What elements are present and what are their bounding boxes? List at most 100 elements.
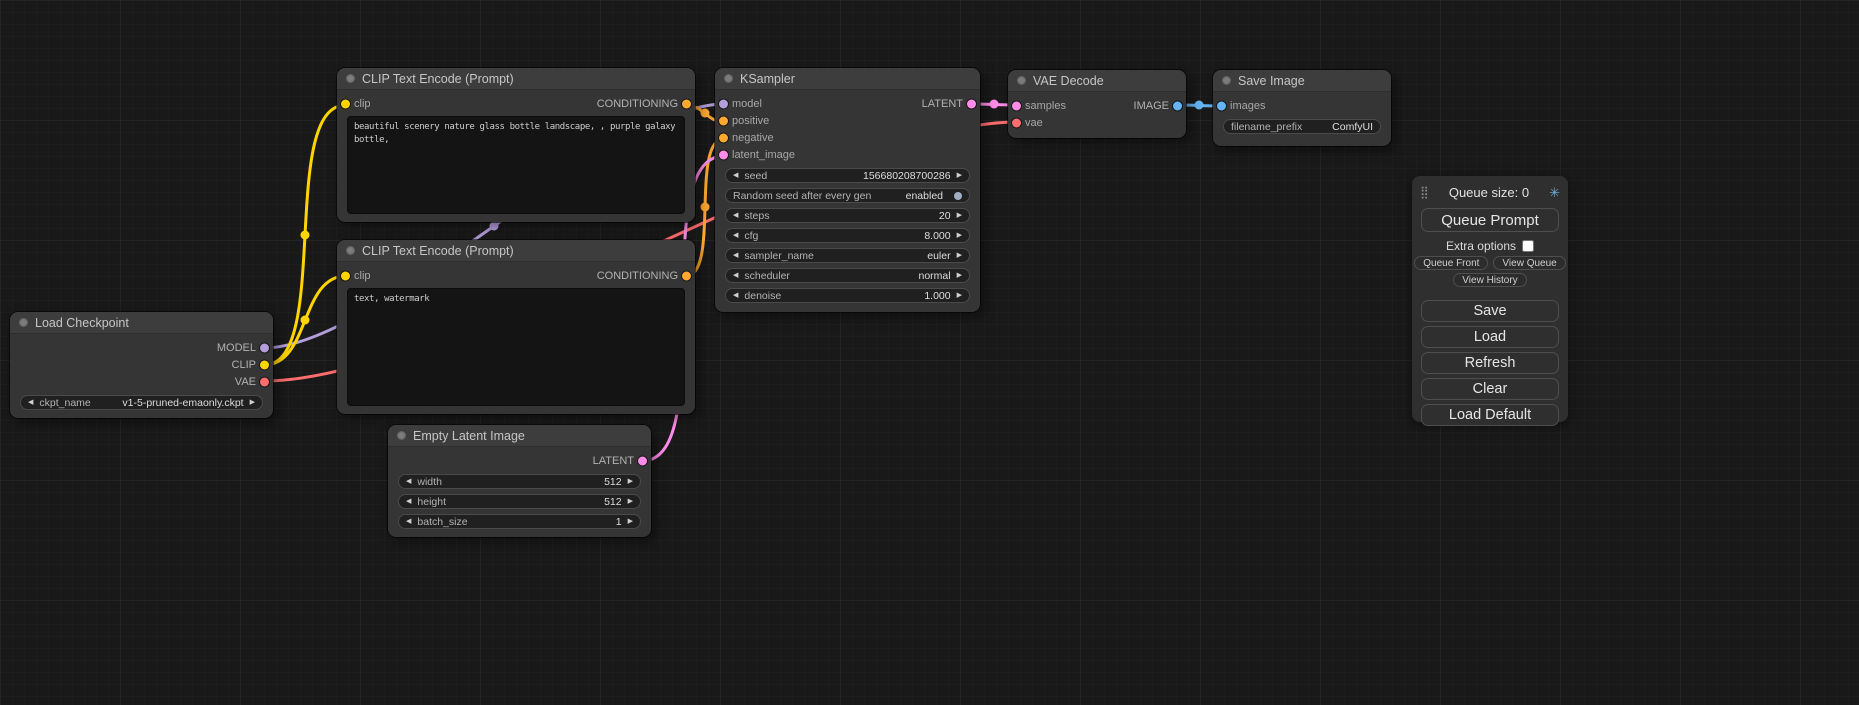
decrement-arrow-icon[interactable]: ◀ bbox=[733, 252, 738, 259]
decrement-arrow-icon[interactable]: ◀ bbox=[406, 518, 411, 525]
widget-random-seed-toggle[interactable]: Random seed after every gen enabled bbox=[725, 188, 970, 203]
node-title: Load Checkpoint bbox=[35, 316, 129, 330]
slot-row: model LATENT bbox=[715, 95, 980, 112]
node-empty-latent-image[interactable]: Empty Latent Image LATENT ◀ width 512 ▶ … bbox=[388, 425, 651, 537]
node-collapse-dot[interactable] bbox=[397, 431, 406, 440]
node-collapse-dot[interactable] bbox=[346, 74, 355, 83]
increment-arrow-icon[interactable]: ▶ bbox=[628, 498, 633, 505]
extra-options-checkbox[interactable] bbox=[1522, 240, 1534, 252]
output-slot-latent-dot[interactable] bbox=[638, 456, 647, 465]
node-load-checkpoint[interactable]: Load Checkpoint MODEL CLIP VAE ◀ ckpt_na… bbox=[10, 312, 273, 418]
decrement-arrow-icon[interactable]: ◀ bbox=[733, 212, 738, 219]
increment-arrow-icon[interactable]: ▶ bbox=[957, 212, 962, 219]
prompt-textarea-positive[interactable]: beautiful scenery nature glass bottle la… bbox=[347, 116, 685, 214]
node-clip-text-encode-negative[interactable]: CLIP Text Encode (Prompt) clip CONDITION… bbox=[337, 240, 695, 414]
output-slot-image-dot[interactable] bbox=[1173, 101, 1182, 110]
input-slot-clip-dot[interactable] bbox=[341, 99, 350, 108]
decrement-arrow-icon[interactable]: ◀ bbox=[28, 399, 33, 406]
node-titlebar[interactable]: Load Checkpoint bbox=[10, 312, 273, 334]
view-history-button[interactable]: View History bbox=[1453, 273, 1526, 287]
widget-ckpt-name[interactable]: ◀ ckpt_name v1-5-pruned-emaonly.ckpt ▶ bbox=[20, 395, 263, 410]
node-titlebar[interactable]: Empty Latent Image bbox=[388, 425, 651, 447]
input-label: clip bbox=[354, 98, 371, 110]
queue-front-button[interactable]: Queue Front bbox=[1414, 256, 1488, 270]
node-titlebar[interactable]: KSampler bbox=[715, 68, 980, 90]
output-slot-conditioning-dot[interactable] bbox=[682, 99, 691, 108]
node-clip-text-encode-positive[interactable]: CLIP Text Encode (Prompt) clip CONDITION… bbox=[337, 68, 695, 222]
decrement-arrow-icon[interactable]: ◀ bbox=[733, 292, 738, 299]
link-wire-clip-to-positive bbox=[264, 105, 346, 365]
decrement-arrow-icon[interactable]: ◀ bbox=[406, 478, 411, 485]
input-slot-positive-dot[interactable] bbox=[719, 116, 728, 125]
node-collapse-dot[interactable] bbox=[1222, 76, 1231, 85]
input-slot-vae-dot[interactable] bbox=[1012, 118, 1021, 127]
load-default-button[interactable]: Load Default bbox=[1421, 404, 1559, 426]
widget-width[interactable]: ◀ width 512 ▶ bbox=[398, 474, 641, 489]
save-button[interactable]: Save bbox=[1421, 300, 1559, 322]
slot-row: latent_image bbox=[715, 146, 980, 163]
node-vae-decode[interactable]: VAE Decode samples IMAGE vae bbox=[1008, 70, 1186, 138]
output-label: CONDITIONING bbox=[597, 98, 678, 110]
increment-arrow-icon[interactable]: ▶ bbox=[957, 292, 962, 299]
drag-handle-icon[interactable]: ⣿ bbox=[1420, 186, 1429, 198]
widget-steps[interactable]: ◀ steps 20 ▶ bbox=[725, 208, 970, 223]
output-slot-vae-dot[interactable] bbox=[260, 377, 269, 386]
input-slot-images-dot[interactable] bbox=[1217, 101, 1226, 110]
widget-seed[interactable]: ◀ seed 156680208700286 ▶ bbox=[725, 168, 970, 183]
increment-arrow-icon[interactable]: ▶ bbox=[957, 272, 962, 279]
node-graph-canvas[interactable]: Load Checkpoint MODEL CLIP VAE ◀ ckpt_na… bbox=[0, 0, 1859, 705]
slot-row: samples IMAGE bbox=[1008, 97, 1186, 114]
refresh-button[interactable]: Refresh bbox=[1421, 352, 1559, 374]
output-row: LATENT bbox=[388, 452, 651, 469]
output-slot-conditioning-dot[interactable] bbox=[682, 271, 691, 280]
load-button[interactable]: Load bbox=[1421, 326, 1559, 348]
settings-gear-icon[interactable]: ✳ bbox=[1549, 186, 1560, 199]
node-collapse-dot[interactable] bbox=[346, 246, 355, 255]
widget-batch-size[interactable]: ◀ batch_size 1 ▶ bbox=[398, 514, 641, 529]
widget-filename-prefix[interactable]: filename_prefix ComfyUI bbox=[1223, 119, 1381, 134]
increment-arrow-icon[interactable]: ▶ bbox=[957, 252, 962, 259]
increment-arrow-icon[interactable]: ▶ bbox=[957, 232, 962, 239]
node-title: Empty Latent Image bbox=[413, 429, 525, 443]
input-slot-negative-dot[interactable] bbox=[719, 133, 728, 142]
decrement-arrow-icon[interactable]: ◀ bbox=[733, 272, 738, 279]
output-slot-latent-dot[interactable] bbox=[967, 99, 976, 108]
input-slot-model-dot[interactable] bbox=[719, 99, 728, 108]
output-slot-model-dot[interactable] bbox=[260, 343, 269, 352]
node-collapse-dot[interactable] bbox=[1017, 76, 1026, 85]
widget-sampler-name[interactable]: ◀ sampler_name euler ▶ bbox=[725, 248, 970, 263]
node-save-image[interactable]: Save Image images filename_prefix ComfyU… bbox=[1213, 70, 1391, 146]
output-label: CLIP bbox=[232, 359, 256, 371]
node-titlebar[interactable]: Save Image bbox=[1213, 70, 1391, 92]
input-slot-samples-dot[interactable] bbox=[1012, 101, 1021, 110]
widget-denoise[interactable]: ◀ denoise 1.000 ▶ bbox=[725, 288, 970, 303]
node-collapse-dot[interactable] bbox=[19, 318, 28, 327]
link-wire-clip-to-negative bbox=[264, 276, 346, 365]
node-titlebar[interactable]: CLIP Text Encode (Prompt) bbox=[337, 240, 695, 262]
clear-button[interactable]: Clear bbox=[1421, 378, 1559, 400]
widget-height[interactable]: ◀ height 512 ▶ bbox=[398, 494, 641, 509]
prompt-textarea-negative[interactable]: text, watermark bbox=[347, 288, 685, 406]
link-midpoint-dot-cond-negative bbox=[701, 203, 710, 212]
widget-scheduler[interactable]: ◀ scheduler normal ▶ bbox=[725, 268, 970, 283]
decrement-arrow-icon[interactable]: ◀ bbox=[733, 232, 738, 239]
node-collapse-dot[interactable] bbox=[724, 74, 733, 83]
node-titlebar[interactable]: CLIP Text Encode (Prompt) bbox=[337, 68, 695, 90]
view-queue-button[interactable]: View Queue bbox=[1493, 256, 1565, 270]
input-slot-latent-image-dot[interactable] bbox=[719, 150, 728, 159]
increment-arrow-icon[interactable]: ▶ bbox=[957, 172, 962, 179]
queue-prompt-button[interactable]: Queue Prompt bbox=[1421, 208, 1559, 232]
node-titlebar[interactable]: VAE Decode bbox=[1008, 70, 1186, 92]
increment-arrow-icon[interactable]: ▶ bbox=[628, 518, 633, 525]
node-ksampler[interactable]: KSampler model LATENT positive negative … bbox=[715, 68, 980, 312]
decrement-arrow-icon[interactable]: ◀ bbox=[406, 498, 411, 505]
input-slot-clip-dot[interactable] bbox=[341, 271, 350, 280]
output-slot-clip-dot[interactable] bbox=[260, 360, 269, 369]
queue-panel[interactable]: ⣿ Queue size: 0 ✳ Queue Prompt Extra opt… bbox=[1412, 176, 1568, 422]
decrement-arrow-icon[interactable]: ◀ bbox=[733, 172, 738, 179]
increment-arrow-icon[interactable]: ▶ bbox=[628, 478, 633, 485]
increment-arrow-icon[interactable]: ▶ bbox=[250, 399, 255, 406]
link-midpoint-dot-samples bbox=[990, 100, 999, 109]
widget-cfg[interactable]: ◀ cfg 8.000 ▶ bbox=[725, 228, 970, 243]
input-label: latent_image bbox=[732, 149, 795, 161]
